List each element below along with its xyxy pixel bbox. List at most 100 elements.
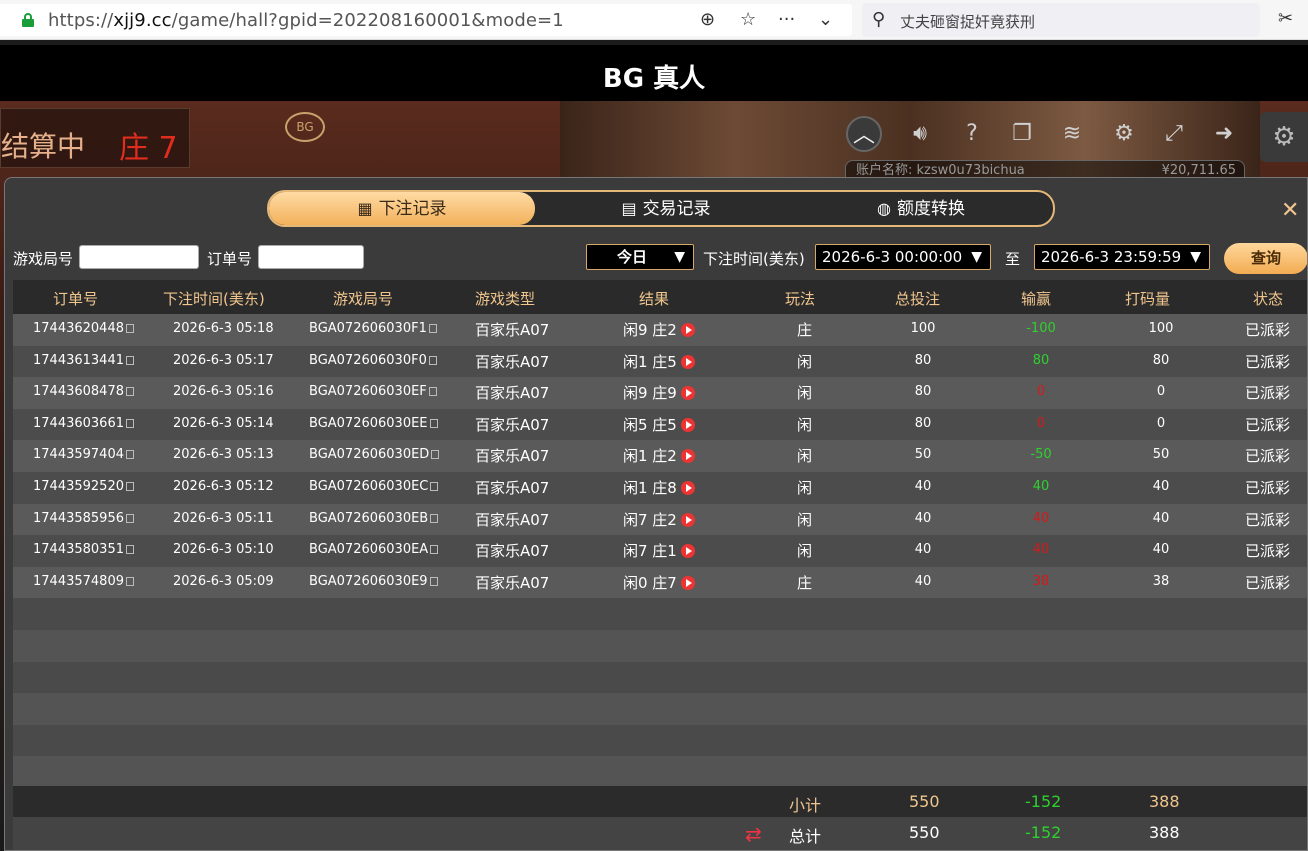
chevron-up-icon[interactable]: ︿ (846, 116, 882, 152)
calendar-icon: ▦ (357, 199, 373, 218)
copy-icon[interactable] (125, 418, 134, 428)
round-number[interactable]: BGA072606030EB (309, 511, 439, 526)
start-time-value: 2026-6-3 00:00:00 (822, 248, 963, 266)
settings-button[interactable]: ⚙ (1260, 112, 1308, 162)
replay-icon[interactable] (680, 449, 695, 464)
status: 已派彩 (1245, 352, 1291, 371)
order-number[interactable]: 17443592520 (33, 479, 134, 494)
round-number[interactable]: BGA072606030EE (309, 416, 438, 431)
play-type: 闲 (797, 352, 813, 371)
copy-icon[interactable] (125, 545, 134, 555)
bet-records-table: 订单号 下注时间(美东) 游戏局号 游戏类型 结果 玩法 总投注 输赢 打码量 … (13, 280, 1307, 788)
wifi-icon[interactable]: ≋ (1054, 116, 1090, 152)
gear-icon[interactable]: ⚙ (1106, 116, 1142, 152)
copy-icon[interactable] (125, 481, 134, 491)
scissors-icon[interactable]: ✂ (1278, 8, 1293, 29)
replay-icon[interactable] (680, 323, 695, 337)
fullscreen-icon[interactable]: ⤢ (1156, 116, 1192, 152)
copy-icon[interactable] (429, 418, 438, 428)
subtotal-bet: 550 (909, 792, 940, 811)
game-type: 百家乐A07 (475, 321, 550, 339)
order-number[interactable]: 17443585956 (33, 511, 134, 526)
table-row: 17443608478 2026-6-3 05:16 BGA072606030EF 百… (13, 377, 1307, 409)
end-time-select[interactable]: 2026-6-3 23:59:59 ▼ (1034, 244, 1210, 270)
copy-icon[interactable] (431, 450, 440, 460)
round-number[interactable]: BGA072606030EF (309, 384, 437, 399)
replay-icon[interactable] (680, 512, 695, 527)
copy-icon[interactable] (430, 513, 439, 523)
table-header: 订单号 下注时间(美东) 游戏局号 游戏类型 结果 玩法 总投注 输赢 打码量 … (13, 280, 1307, 314)
settings-gear-icon: ⚙ (1272, 122, 1296, 152)
play-type: 闲 (797, 510, 813, 529)
replay-icon[interactable] (680, 386, 695, 401)
round-number[interactable]: BGA072606030F0 (309, 353, 437, 368)
code-amount: 80 (1152, 352, 1170, 368)
round-input[interactable] (79, 245, 199, 269)
replay-icon[interactable] (680, 544, 695, 559)
total-bet: 80 (914, 352, 932, 368)
more-icon[interactable]: ··· (778, 10, 795, 30)
tab-transaction-records[interactable]: ▤ 交易记录 (531, 192, 801, 225)
period-select[interactable]: 今日 ▼ (586, 244, 694, 270)
replay-icon[interactable] (680, 575, 695, 590)
order-number[interactable]: 17443574809 (33, 574, 134, 589)
win-loss: 40 (1032, 478, 1050, 494)
order-number[interactable]: 17443603661 (33, 416, 134, 431)
game-type: 百家乐A07 (475, 384, 550, 403)
refresh-icon[interactable]: ⇄ (745, 822, 762, 846)
bg-logo: BG (285, 112, 325, 142)
win-loss: -50 (1030, 447, 1052, 463)
game-type: 百家乐A07 (475, 573, 550, 592)
help-icon[interactable]: ? (954, 116, 990, 152)
round-number[interactable]: BGA072606030ED (309, 447, 440, 462)
tab-balance-transfer[interactable]: ◍ 额度转换 (789, 192, 1053, 225)
order-number[interactable]: 17443613441 (33, 353, 134, 368)
replay-icon[interactable] (680, 480, 695, 495)
copy-icon[interactable] (125, 324, 134, 333)
copy-icon[interactable] (429, 576, 438, 586)
tab-bet-records[interactable]: ▦ 下注记录 (269, 192, 535, 225)
add-bookmark-icon[interactable]: ⊕ (700, 10, 715, 30)
round-number[interactable]: BGA072606030E9 (309, 574, 438, 589)
round-number[interactable]: BGA072606030F1 (309, 321, 437, 336)
result: 闲9 庄9 (623, 382, 695, 403)
copy-icon[interactable] (125, 450, 134, 460)
copy-icon[interactable] (428, 324, 437, 333)
order-label: 订单号 (207, 250, 253, 268)
exit-icon[interactable]: ➜ (1206, 116, 1242, 152)
col-play: 玩法 (785, 290, 816, 308)
copy-icon[interactable] (125, 387, 134, 397)
order-number[interactable]: 17443580351 (33, 542, 134, 557)
close-icon[interactable]: ✕ (1281, 198, 1299, 223)
clipboard-icon: ▤ (621, 199, 637, 218)
order-number[interactable]: 17443620448 (33, 321, 134, 336)
replay-icon[interactable] (680, 354, 695, 369)
url-text[interactable]: https://xjj9.cc/game/hall?gpid=202208160… (48, 10, 564, 31)
bet-time: 2026-6-3 05:09 (173, 573, 274, 589)
star-icon[interactable]: ☆ (740, 10, 756, 30)
order-input[interactable] (258, 245, 364, 269)
start-time-select[interactable]: 2026-6-3 00:00:00 ▼ (815, 244, 991, 270)
round-number[interactable]: BGA072606030EC (309, 479, 439, 494)
sound-icon[interactable]: 🔊︎ (902, 116, 938, 152)
copy-icon[interactable] (428, 355, 437, 365)
dropdown-arrow-icon: ▼ (971, 249, 982, 265)
records-icon[interactable]: ❐ (1004, 116, 1040, 152)
copy-icon[interactable] (125, 355, 134, 365)
order-number[interactable]: 17443608478 (33, 384, 134, 399)
chevron-down-icon[interactable]: ⌄ (818, 10, 833, 30)
query-button[interactable]: 查询 (1224, 243, 1307, 274)
copy-icon[interactable] (125, 576, 134, 586)
browser-search-input[interactable]: ⚲ 丈夫砸窗捉奸竟获刑 (862, 3, 1260, 37)
table-row: 17443603661 2026-6-3 05:14 BGA072606030EE 百… (13, 408, 1307, 441)
round-number[interactable]: BGA072606030EA (309, 542, 439, 557)
copy-icon[interactable] (125, 513, 134, 523)
copy-icon[interactable] (430, 545, 439, 555)
copy-icon[interactable] (430, 481, 439, 491)
order-number[interactable]: 17443597404 (33, 447, 134, 462)
replay-icon[interactable] (680, 417, 695, 432)
table-row: 17443592520 2026-6-3 05:12 BGA072606030EC 百… (13, 471, 1307, 504)
address-bar[interactable]: https://xjj9.cc/game/hall?gpid=202208160… (0, 4, 852, 36)
copy-icon[interactable] (428, 387, 437, 397)
code-amount: 0 (1156, 415, 1166, 431)
